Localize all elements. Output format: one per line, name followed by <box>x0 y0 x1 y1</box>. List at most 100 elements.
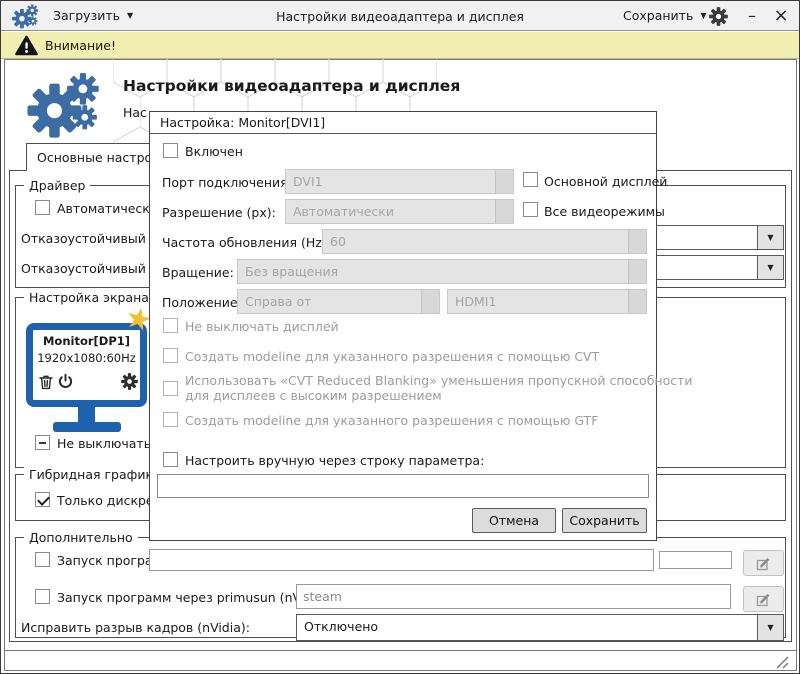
resolution-select-value: Автоматически <box>293 204 394 219</box>
position-select-value: Справа от <box>245 294 312 309</box>
chevron-down-icon[interactable]: ▼ <box>757 615 783 640</box>
monitor-name: Monitor[DP1] <box>42 334 131 348</box>
tear-fix-select[interactable]: Отключено ▼ <box>296 614 784 641</box>
app-logo-large-icon <box>27 73 99 138</box>
edit-pencil-icon <box>756 593 770 606</box>
group-driver-legend: Драйвер <box>24 178 91 193</box>
auto-driver-checkbox[interactable] <box>35 200 50 215</box>
tear-fix-select-value: Отключено <box>304 619 379 634</box>
power-icon[interactable] <box>57 373 74 390</box>
dialog-title: Настройка: Monitor[DVI1] <box>150 112 656 134</box>
monitor-gear-icon[interactable] <box>121 373 138 390</box>
run-programs-input-1[interactable] <box>149 549 654 571</box>
discrete-only-checkbox[interactable] <box>35 492 50 507</box>
group-extra-legend: Дополнительно <box>24 530 138 545</box>
refresh-select: 60 <box>322 229 647 254</box>
select-button <box>495 170 513 193</box>
monitor-widget[interactable]: Monitor[DP1] 1920x1080:60Hz <box>26 323 147 407</box>
load-menu-label: Загрузить <box>53 8 120 23</box>
select-button <box>421 290 439 313</box>
settings-gear-icon[interactable] <box>709 7 728 26</box>
dialog-keep-on-label: Не выключать дисплей <box>185 319 339 334</box>
position-label: Положение: <box>162 295 242 310</box>
save-menu-label: Сохранить <box>623 8 694 23</box>
chevron-down-icon[interactable]: ▼ <box>757 256 783 279</box>
titlebar: Загрузить ▼ Настройки видеоадаптера и ди… <box>1 1 799 31</box>
enabled-checkbox[interactable] <box>163 143 178 158</box>
check-mark <box>37 493 50 506</box>
port-label: Порт подключения: <box>162 175 292 190</box>
resize-grip-icon[interactable] <box>774 655 790 669</box>
select-button <box>628 230 646 253</box>
warning-bar: Внимание! <box>1 32 799 59</box>
cancel-button-label: Отмена <box>488 513 540 528</box>
manual-label: Настроить вручную через строку параметра… <box>185 453 485 468</box>
run-programs-label-2: Запуск программ через primusun (nVidia): <box>57 590 333 605</box>
edit-pencil-icon <box>756 557 770 570</box>
chevron-down-icon: ▼ <box>127 10 134 20</box>
cvt-label: Создать modeline для указанного разрешен… <box>185 349 600 364</box>
all-modes-label: Все видеорежимы <box>544 204 665 219</box>
failsafe-driver-label-1: Отказоустойчивый др <box>21 231 167 246</box>
trash-icon[interactable] <box>38 374 54 390</box>
cvt-checkbox <box>163 348 178 363</box>
run-programs-checkbox-1[interactable] <box>35 552 50 567</box>
save-menu-button[interactable]: Сохранить ▼ <box>623 8 706 23</box>
rotation-select: Без вращения <box>237 259 647 284</box>
primary-display-label: Основной дисплей <box>544 174 668 189</box>
keep-on-checkbox[interactable] <box>35 435 50 450</box>
cvt-rb-label: Использовать «CVT Reduced Blanking» умен… <box>185 373 693 403</box>
monitor-stand-base <box>53 422 121 432</box>
resolution-label: Разрешение (px): <box>162 205 276 220</box>
load-menu-button[interactable]: Загрузить ▼ <box>53 8 133 23</box>
select-button <box>628 290 646 313</box>
failsafe-driver-label-2: Отказоустойчивый др <box>21 261 167 276</box>
window-title: Настройки видеоадаптера и дисплея <box>276 9 524 24</box>
run-programs-input-2[interactable] <box>296 584 731 609</box>
run-programs-checkbox-2[interactable] <box>35 589 50 604</box>
chevron-down-icon: ▼ <box>700 10 707 20</box>
cvt-rb-checkbox <box>163 381 178 396</box>
chevron-down-icon[interactable]: ▼ <box>757 226 783 249</box>
monitor-mode: 1920x1080:60Hz <box>37 351 136 365</box>
cancel-button[interactable]: Отмена <box>472 508 556 533</box>
app-logo-icon <box>12 4 39 29</box>
enabled-label: Включен <box>185 144 243 159</box>
minimize-button[interactable]: – <box>741 3 763 27</box>
tear-fix-label: Исправить разрыв кадров (nVidia): <box>21 620 250 635</box>
run-programs-input-1b[interactable] <box>659 551 732 569</box>
port-select-value: DVI1 <box>293 174 323 189</box>
select-button <box>628 260 646 283</box>
refresh-select-value: 60 <box>330 234 346 249</box>
save-button-label: Сохранить <box>569 513 640 528</box>
primary-display-checkbox[interactable] <box>523 172 538 187</box>
page-subtitle: Нас <box>123 105 147 120</box>
app-window: Загрузить ▼ Настройки видеоадаптера и ди… <box>0 0 800 674</box>
edit-button-1[interactable] <box>743 550 784 576</box>
refresh-label: Частота обновления (Hz): <box>162 235 331 250</box>
select-button <box>495 200 513 223</box>
position-target-select: HDMI1 <box>447 289 647 314</box>
monitor-settings-dialog: Настройка: Monitor[DVI1] Включен Порт по… <box>149 111 693 541</box>
dialog-keep-on-checkbox <box>163 318 178 333</box>
port-select: DVI1 <box>285 169 514 194</box>
rotation-select-value: Без вращения <box>245 264 339 279</box>
close-button[interactable]: × <box>769 3 793 27</box>
monitor-stand-neck <box>78 407 95 423</box>
group-hybrid-legend: Гибридная графика <box>24 467 166 482</box>
all-modes-checkbox[interactable] <box>523 202 538 217</box>
manual-checkbox[interactable] <box>163 452 178 467</box>
edit-button-2[interactable] <box>743 586 784 612</box>
status-bar <box>5 650 796 671</box>
save-button[interactable]: Сохранить <box>562 508 647 533</box>
position-select: Справа от <box>237 289 440 314</box>
gtf-label: Создать modeline для указанного разрешен… <box>185 413 599 428</box>
warning-text: Внимание! <box>45 38 116 53</box>
position-target-value: HDMI1 <box>455 294 497 309</box>
rotation-label: Вращение: <box>162 265 234 280</box>
warning-triangle-icon <box>15 35 38 56</box>
indeterminate-mark <box>39 442 46 444</box>
gtf-checkbox <box>163 412 178 427</box>
manual-param-input[interactable] <box>157 474 649 498</box>
resolution-select: Автоматически <box>285 199 514 224</box>
